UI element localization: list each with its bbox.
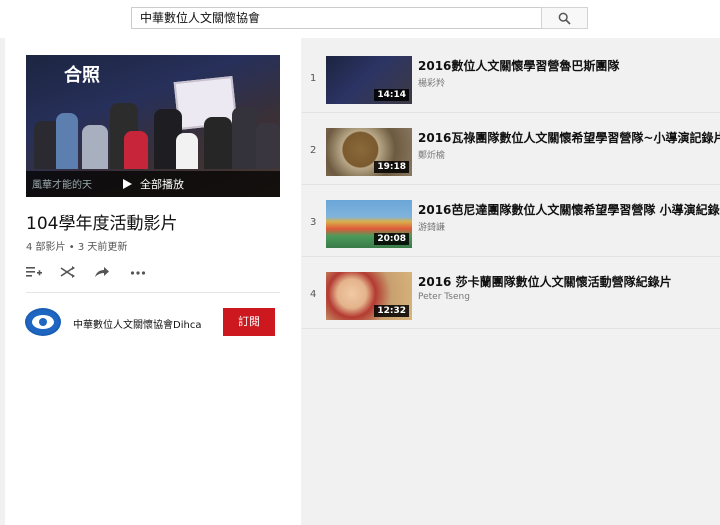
video-title[interactable]: 2016瓦祿團隊數位人文關懷希望學習營隊~小導演記錄片	[418, 129, 720, 146]
video-index: 3	[310, 217, 317, 228]
video-duration: 12:32	[374, 305, 409, 317]
video-thumbnail[interactable]: 20:08	[326, 200, 412, 248]
search-button[interactable]	[541, 7, 588, 29]
top-bar: 中華數位人文關懷協會	[0, 0, 720, 38]
playlist-header-panel: 合照 風華才能的天 全部播放 104學年度活動影片 4 部影片 • 3 天前更新	[5, 38, 301, 525]
video-index: 2	[310, 145, 317, 156]
thumbnail-people	[26, 99, 280, 169]
stats-separator: •	[68, 242, 75, 253]
video-title[interactable]: 2016數位人文關懷學習營魯巴斯團隊	[418, 57, 619, 74]
divider	[26, 292, 280, 293]
video-index: 4	[310, 289, 317, 300]
playlist-stats: 4 部影片 • 3 天前更新	[26, 238, 127, 253]
video-channel[interactable]: 楊彩羚	[418, 76, 445, 89]
video-thumbnail[interactable]: 12:32	[326, 272, 412, 320]
video-channel[interactable]: Peter Tseng	[418, 292, 470, 302]
thumbnail-caption: 合照	[64, 65, 100, 86]
video-count: 4 部影片	[26, 242, 66, 253]
playlist-thumbnail[interactable]: 合照 風華才能的天 全部播放	[26, 55, 280, 197]
video-title[interactable]: 2016 莎卡蘭團隊數位人文關懷活動營隊紀錄片	[418, 273, 672, 290]
thumbnail-faint-text: 風華才能的天	[32, 180, 92, 191]
playlist-video-row[interactable]: 4 12:32 2016 莎卡蘭團隊數位人文關懷活動營隊紀錄片 Peter Ts…	[302, 256, 720, 329]
search-icon	[558, 12, 571, 25]
video-thumbnail[interactable]: 14:14	[326, 56, 412, 104]
video-duration: 14:14	[374, 89, 409, 101]
video-duration: 20:08	[374, 233, 409, 245]
shuffle-icon[interactable]	[60, 264, 76, 283]
playlist-video-row[interactable]: 1 14:14 2016數位人文關懷學習營魯巴斯團隊 楊彩羚	[302, 40, 720, 113]
playlist-video-row[interactable]: 2 19:18 2016瓦祿團隊數位人文關懷希望學習營隊~小導演記錄片 鄭炘榆	[302, 112, 720, 185]
video-thumbnail[interactable]: 19:18	[326, 128, 412, 176]
search-input[interactable]: 中華數位人文關懷協會	[131, 7, 542, 29]
video-title[interactable]: 2016芭尼達團隊數位人文關懷希望學習營隊 小導演紀錄片	[418, 201, 720, 218]
play-all-label: 全部播放	[140, 178, 184, 191]
video-channel[interactable]: 游錡謙	[418, 220, 445, 233]
playlist-title[interactable]: 104學年度活動影片	[26, 209, 177, 234]
more-icon[interactable]	[130, 264, 146, 283]
play-icon	[123, 179, 132, 189]
subscribe-button[interactable]: 訂閱	[223, 308, 275, 336]
video-duration: 19:18	[374, 161, 409, 173]
share-icon[interactable]	[94, 264, 110, 283]
video-channel[interactable]: 鄭炘榆	[418, 148, 445, 161]
play-all-bar[interactable]: 風華才能的天 全部播放	[26, 171, 280, 197]
playlist-video-row[interactable]: 3 20:08 2016芭尼達團隊數位人文關懷希望學習營隊 小導演紀錄片 游錡謙	[302, 184, 720, 257]
add-to-queue-icon[interactable]	[26, 264, 42, 283]
video-index: 1	[310, 73, 317, 84]
channel-logo-icon[interactable]	[25, 308, 61, 336]
channel-name[interactable]: 中華數位人文關懷協會Dihca	[73, 316, 201, 331]
last-updated: 3 天前更新	[77, 242, 128, 253]
